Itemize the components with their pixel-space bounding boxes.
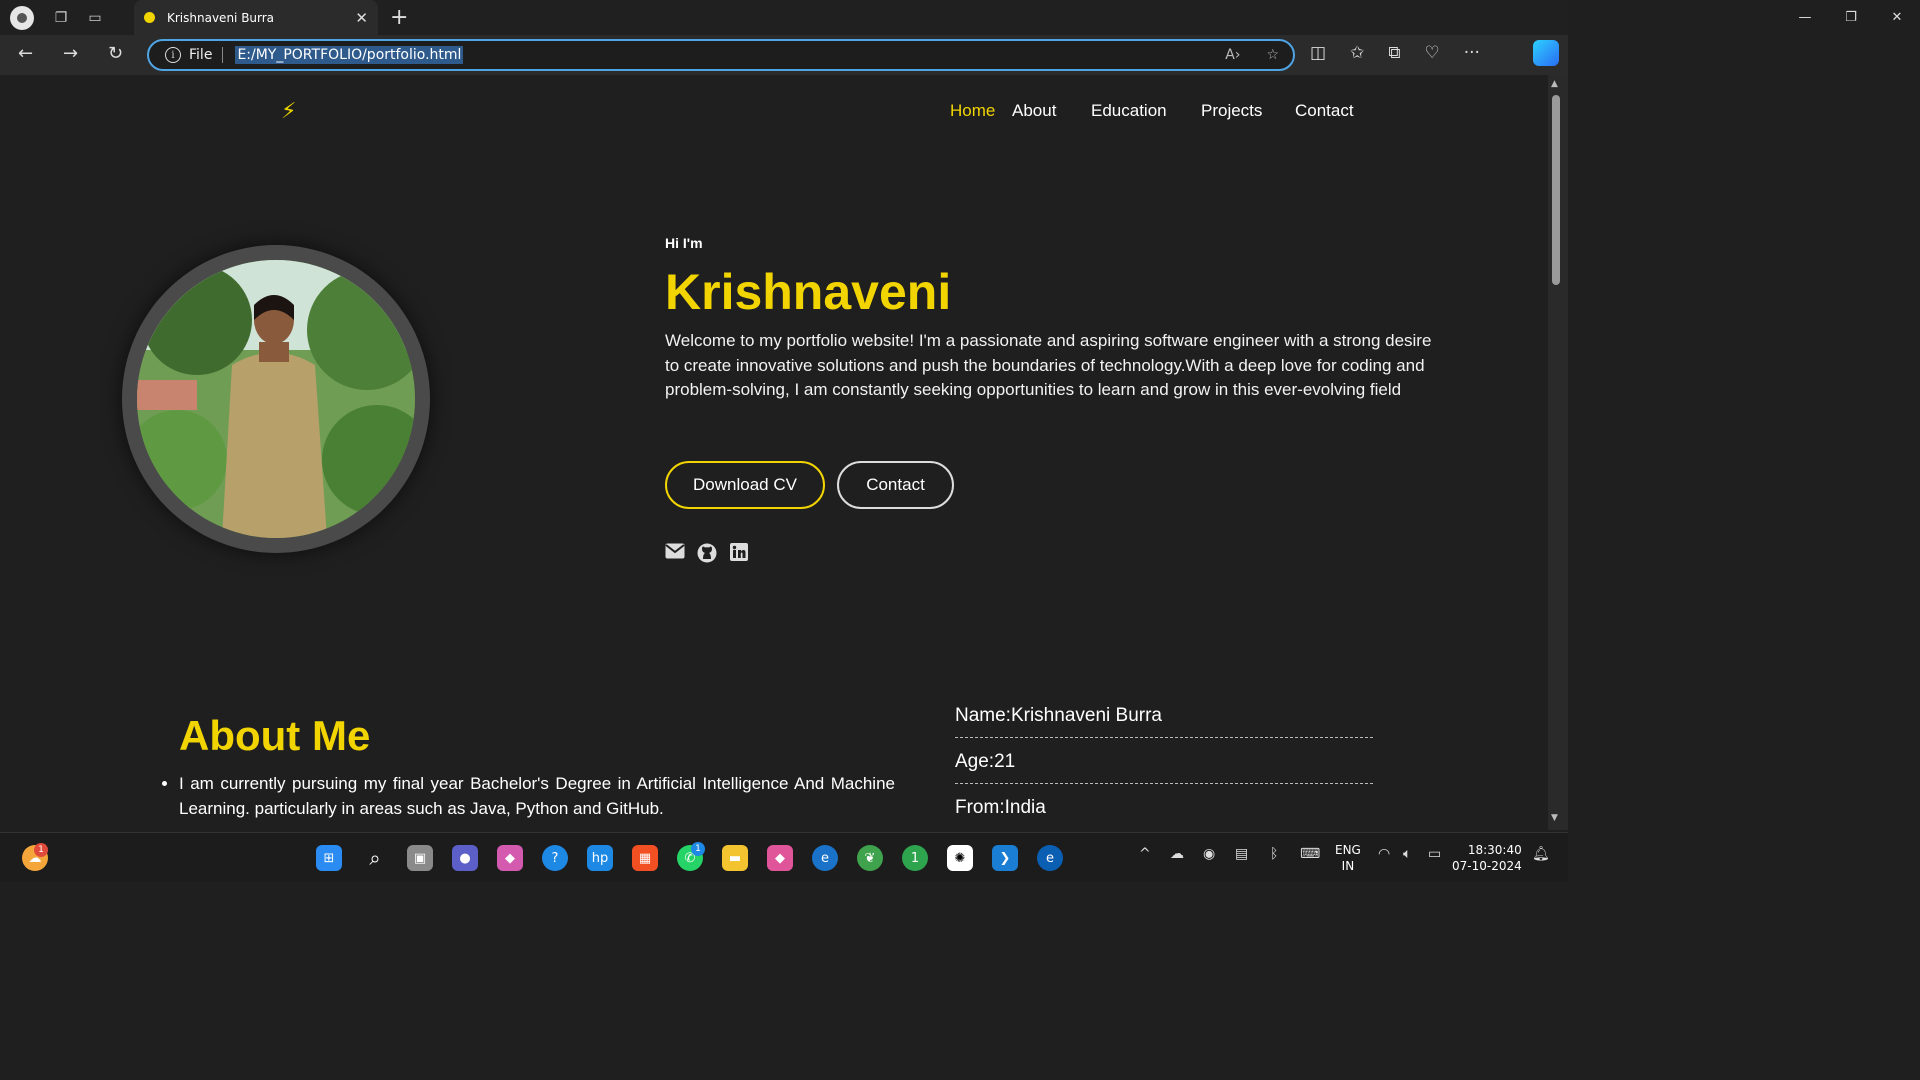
nav-about[interactable]: About <box>1012 101 1056 121</box>
clock-date: 07-10-2024 <box>1452 859 1522 873</box>
leaf-app-icon[interactable]: ❦ <box>857 845 883 871</box>
show-hidden-icons-icon[interactable]: ^ <box>1139 846 1151 862</box>
info-from: From:India <box>955 797 1046 818</box>
scroll-thumb[interactable] <box>1552 95 1560 285</box>
refresh-icon[interactable]: ↻ <box>108 43 123 64</box>
workspaces-icon[interactable]: ❐ <box>44 0 78 35</box>
window-controls: — ❐ ✕ <box>1782 0 1920 35</box>
email-icon[interactable] <box>665 543 685 563</box>
search-icon[interactable]: ⌕ <box>362 845 388 871</box>
whatsapp-badge: 1 <box>691 842 705 856</box>
divider <box>222 47 224 63</box>
greeting-text: Hi I'm <box>665 235 703 251</box>
green-app-icon[interactable]: 1 <box>902 845 928 871</box>
tab-title: Krishnaveni Burra <box>167 10 275 25</box>
edge-active-icon[interactable]: e <box>1037 845 1063 871</box>
favorites-icon[interactable]: ✩ <box>1350 43 1364 63</box>
language-indicator[interactable]: ENG IN <box>1335 842 1361 874</box>
portfolio-page: ⚡ Home About Education Projects Contact … <box>4 75 1548 830</box>
close-tab-icon[interactable]: ✕ <box>355 9 368 27</box>
address-bar[interactable]: i File E:/MY_PORTFOLIO/portfolio.html A›… <box>147 39 1295 71</box>
lang-top: ENG <box>1335 843 1361 857</box>
forward-icon[interactable]: → <box>63 43 78 64</box>
site-info-icon[interactable]: i <box>165 47 181 63</box>
github-icon[interactable] <box>697 543 717 567</box>
back-icon[interactable]: ← <box>18 43 33 64</box>
browser-essentials-icon[interactable]: ♡ <box>1424 43 1439 63</box>
about-bullet: I am currently pursuing my final year Ba… <box>179 772 895 821</box>
hero-intro: Welcome to my portfolio website! I'm a p… <box>665 331 1432 399</box>
favorite-star-icon[interactable]: ☆ <box>1266 47 1279 63</box>
nav-projects[interactable]: Projects <box>1201 101 1262 121</box>
notifications-icon[interactable]: 🔔︎ <box>1532 846 1550 862</box>
teams-tray-icon[interactable]: ▤ <box>1235 846 1248 862</box>
wifi-icon[interactable]: ◠ <box>1378 846 1390 862</box>
taskbar: ☁ 1 ⊞ ⌕ ▣ ● ◆ ? hp ▦ ✆ 1 ▬ ◆ e ❦ 1 ✺ ❯ e… <box>0 832 1568 882</box>
split-screen-icon[interactable]: ◫ <box>1310 43 1326 63</box>
linkedin-icon[interactable] <box>730 543 748 565</box>
scroll-down-icon[interactable]: ▼ <box>1551 813 1558 823</box>
chatgpt-icon[interactable]: ✺ <box>947 845 973 871</box>
read-aloud-icon[interactable]: A› <box>1225 47 1240 63</box>
scheme-label: File <box>189 47 213 63</box>
scrollbar[interactable]: ▲ ▼ <box>1548 75 1568 830</box>
about-title: About Me <box>179 712 371 759</box>
clock-time: 18:30:40 <box>1467 843 1522 857</box>
help-icon[interactable]: ? <box>542 845 568 871</box>
profile-photo <box>137 260 415 538</box>
tab-actions-icon[interactable]: ▭ <box>78 0 112 35</box>
about-list: I am currently pursuing my final year Ba… <box>179 772 895 821</box>
info-name: Name:Krishnaveni Burra <box>955 705 1373 738</box>
start-icon[interactable]: ⊞ <box>316 845 342 871</box>
scroll-up-icon[interactable]: ▲ <box>1551 79 1558 89</box>
volume-icon[interactable]: 🔈︎ <box>1403 846 1411 862</box>
info-age: Age:21 <box>955 751 1373 784</box>
download-cv-button[interactable]: Download CV <box>665 461 825 509</box>
file-explorer-icon[interactable]: ▬ <box>722 845 748 871</box>
bluetooth-icon[interactable]: ᛒ <box>1270 846 1278 862</box>
close-window-icon[interactable]: ✕ <box>1874 0 1920 35</box>
onedrive-icon[interactable]: ☁ <box>1170 846 1184 862</box>
profile-icon[interactable] <box>10 5 34 30</box>
nav-contact[interactable]: Contact <box>1295 101 1354 121</box>
task-view-icon[interactable]: ▣ <box>407 845 433 871</box>
keyboard-icon[interactable]: ⌨ <box>1300 846 1320 862</box>
clock[interactable]: 18:30:40 07-10-2024 <box>1452 842 1522 874</box>
lang-bottom: IN <box>1341 859 1355 873</box>
nav-education[interactable]: Education <box>1091 101 1167 121</box>
edge-icon[interactable]: e <box>812 845 838 871</box>
copilot-icon[interactable] <box>1533 40 1559 66</box>
hero-name: Krishnaveni <box>665 264 952 320</box>
vscode-icon[interactable]: ❯ <box>992 845 1018 871</box>
new-tab-button[interactable]: + <box>390 5 408 30</box>
copilot-icon-2[interactable]: ◆ <box>767 845 793 871</box>
address-toolbar: ← → ↻ i File E:/MY_PORTFOLIO/portfolio.h… <box>0 35 1568 75</box>
restore-icon[interactable]: ❐ <box>1828 0 1874 35</box>
store-icon[interactable]: ▦ <box>632 845 658 871</box>
more-options-icon[interactable]: ··· <box>1464 43 1480 63</box>
url-text[interactable]: E:/MY_PORTFOLIO/portfolio.html <box>235 46 464 64</box>
tab-favicon-icon <box>144 12 155 23</box>
collections-icon[interactable]: ⧉ <box>1388 43 1400 63</box>
teams-chat-icon[interactable]: ● <box>452 845 478 871</box>
copilot-app-icon[interactable]: ◆ <box>497 845 523 871</box>
minimize-icon[interactable]: — <box>1782 0 1828 35</box>
myhp-icon[interactable]: hp <box>587 845 613 871</box>
lightning-logo-icon[interactable]: ⚡ <box>281 99 296 124</box>
battery-icon[interactable]: ▭ <box>1428 846 1441 862</box>
profile-photo-frame <box>122 245 430 553</box>
nav-home[interactable]: Home <box>950 101 995 121</box>
browser-tab[interactable]: Krishnaveni Burra ✕ <box>134 0 378 35</box>
contact-button[interactable]: Contact <box>837 461 954 509</box>
edge-tray-icon[interactable]: ◉ <box>1203 846 1215 862</box>
weather-badge: 1 <box>34 843 48 857</box>
